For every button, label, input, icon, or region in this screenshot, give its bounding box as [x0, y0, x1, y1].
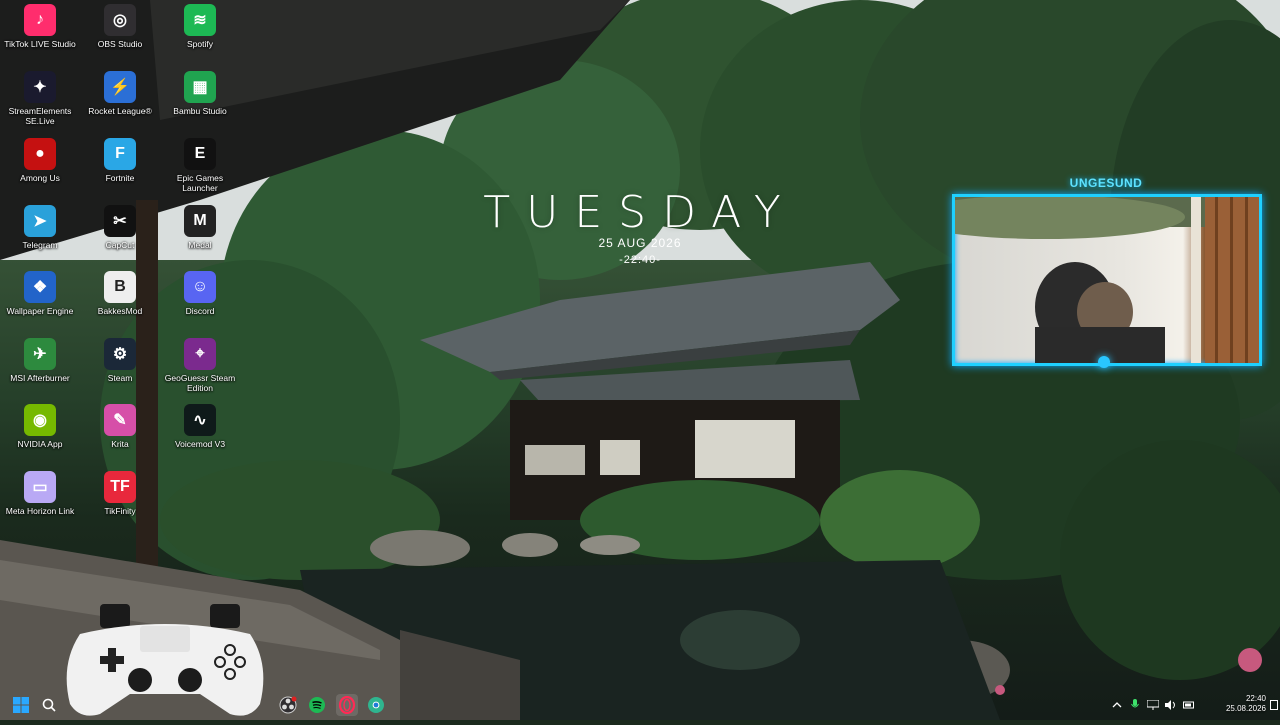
telegram-icon: ➤ [24, 205, 56, 237]
desktop-icon-meta-horizon-link[interactable]: ▭ Meta Horizon Link [0, 471, 80, 516]
geoguessr-icon: ⌖ [184, 338, 216, 370]
time-text: -22:40- [619, 254, 661, 266]
search-icon[interactable] [38, 694, 60, 716]
wallpaper-engine-icon: ❖ [24, 271, 56, 303]
desktop-icon-label: BakkesMod [97, 306, 143, 316]
streamelements-icon: ✦ [24, 71, 56, 103]
desktop-icon-bakkesmod[interactable]: B BakkesMod [80, 271, 160, 316]
discord-icon: ☺ [184, 271, 216, 303]
desktop-icon-krita[interactable]: ✎ Krita [80, 404, 160, 449]
microphone-icon[interactable] [1128, 694, 1142, 716]
chrome-like-icon[interactable] [365, 694, 387, 716]
desktop-icon-bambu-studio[interactable]: ▦ Bambu Studio [160, 71, 240, 116]
weekday-text: TUESDAY [483, 187, 797, 238]
desktop-icon-label: TikTok LIVE Studio [4, 39, 76, 49]
desktop-icon-label: Medal [188, 240, 212, 250]
tiktok-icon: ♪ [24, 4, 56, 36]
desktop-icon-streamelements[interactable]: ✦ StreamElements SE.Live [0, 71, 80, 126]
desktop-icon-capcut[interactable]: ✂ CapCut [80, 205, 160, 250]
capcut-icon: ✂ [104, 205, 136, 237]
desktop-icon-label: Wallpaper Engine [6, 306, 74, 316]
desktop-icon-msi-afterburner[interactable]: ✈ MSI Afterburner [0, 338, 80, 383]
epic-games-icon: E [184, 138, 216, 170]
webcam-indicator-icon [1098, 356, 1110, 368]
tray-time: 22:40 [1245, 694, 1266, 703]
desktop-icon-steam[interactable]: ⚙ Steam [80, 338, 160, 383]
desktop-icon-grid: ♪ TikTok LIVE Studio ◎ OBS Studio ≋ Spotify ✦ S… [0, 0, 240, 690]
desktop-icon-label: Krita [111, 439, 129, 449]
desktop-icon-label: Spotify [187, 39, 213, 49]
desktop-icon-obs-studio[interactable]: ◎ OBS Studio [80, 4, 160, 49]
rocket-league-icon: ⚡ [104, 71, 136, 103]
steam-icon: ⚙ [104, 338, 136, 370]
desktop-icon-voicemod[interactable]: ∿ Voicemod V3 [160, 404, 240, 449]
desktop-icon-label: Fortnite [105, 173, 135, 183]
meta-horizon-icon: ▭ [24, 471, 56, 503]
desktop-icon-spotify[interactable]: ≋ Spotify [160, 4, 240, 49]
desktop-icon-telegram[interactable]: ➤ Telegram [0, 205, 80, 250]
tray-clock[interactable]: 22:40 25.08.2026 [1226, 694, 1266, 714]
desktop-icon-label: MSI Afterburner [10, 373, 70, 383]
desktop-icon-geoguessr[interactable]: ⌖ GeoGuessr Steam Edition [160, 338, 240, 393]
system-tray: 22:40 25.08.2026 [1112, 690, 1280, 720]
desktop-icon-epic-games-launcher[interactable]: E Epic Games Launcher [160, 138, 240, 193]
streamer-name: UNGESUND [1069, 176, 1143, 190]
desktop-icon-tiktok-live-studio[interactable]: ♪ TikTok LIVE Studio [0, 4, 80, 49]
desktop-icon-nvidia-app[interactable]: ◉ NVIDIA App [0, 404, 80, 449]
desktop-icon-label: Voicemod V3 [174, 439, 226, 449]
volume-icon[interactable] [1164, 694, 1178, 716]
spotify-icon: ≋ [184, 4, 216, 36]
battery-icon[interactable] [1182, 694, 1196, 716]
nvidia-icon: ◉ [24, 404, 56, 436]
desktop-icon-label: Discord [185, 306, 215, 316]
webcam-feed [952, 194, 1262, 366]
desktop-icon-label: Telegram [22, 240, 58, 250]
desktop-icon-label: NVIDIA App [17, 439, 63, 449]
desktop-icon-label: Rocket League® [88, 106, 152, 116]
tikfinity-icon: TF [104, 471, 136, 503]
webcam-overlay: UNGESUND [948, 176, 1264, 372]
bambu-icon: ▦ [184, 71, 216, 103]
voicemod-icon: ∿ [184, 404, 216, 436]
msi-afterburner-icon: ✈ [24, 338, 56, 370]
desktop-icon-wallpaper-engine[interactable]: ❖ Wallpaper Engine [0, 271, 80, 316]
desktop-icon-label: Steam [107, 373, 133, 383]
obs-icon: ◎ [104, 4, 136, 36]
chevron-up-icon[interactable] [1110, 694, 1124, 716]
tray-date: 25.08.2026 [1225, 704, 1266, 713]
desktop-icon-label: TikFinity [104, 506, 136, 516]
medal-icon: M [184, 205, 216, 237]
fortnite-icon: F [104, 138, 136, 170]
taskbar: 22:40 25.08.2026 [0, 690, 1280, 720]
desktop-icon-label: StreamElements SE.Live [8, 106, 72, 126]
spotify-icon[interactable] [306, 694, 328, 716]
desktop-icon-label: Bambu Studio [173, 106, 227, 116]
desktop-icon-discord[interactable]: ☺ Discord [160, 271, 240, 316]
opera-gx-icon[interactable] [336, 694, 358, 716]
desktop-icon-label: Meta Horizon Link [5, 506, 75, 516]
desktop-icon-label: Epic Games Launcher [176, 173, 224, 193]
krita-icon: ✎ [104, 404, 136, 436]
desktop-icon-medal[interactable]: M Medal [160, 205, 240, 250]
obs-icon[interactable] [277, 694, 299, 716]
desktop-icon-rocket-league[interactable]: ⚡ Rocket League® [80, 71, 160, 116]
network-icon[interactable] [1146, 694, 1160, 716]
windows-start-icon[interactable] [10, 694, 32, 716]
bakkesmod-icon: B [104, 271, 136, 303]
desktop-icon-label: CapCut [105, 240, 135, 250]
desktop-icon-tikfinity[interactable]: TF TikFinity [80, 471, 160, 516]
desktop-icon-among-us[interactable]: ● Among Us [0, 138, 80, 183]
desktop-icon-label: GeoGuessr Steam Edition [164, 373, 236, 393]
desktop-icon-fortnite[interactable]: F Fortnite [80, 138, 160, 183]
desktop-icon-label: OBS Studio [97, 39, 143, 49]
date-time-widget: TUESDAY 25 AUG 2026 -22:40- [440, 186, 840, 266]
notification-icon[interactable] [1268, 694, 1280, 716]
among-us-icon: ● [24, 138, 56, 170]
desktop-icon-label: Among Us [20, 173, 60, 183]
